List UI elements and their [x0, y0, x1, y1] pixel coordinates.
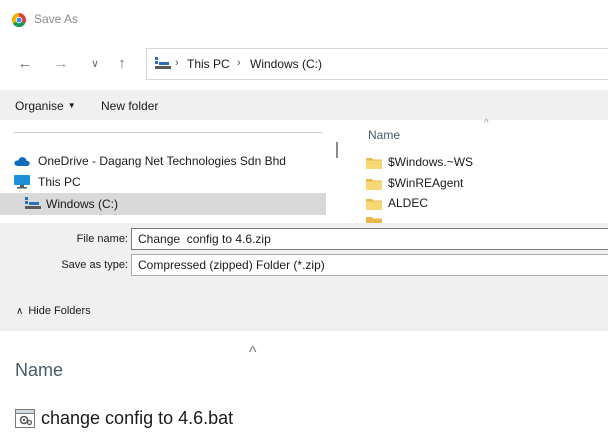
save-type-value: Compressed (zipped) Folder (*.zip)	[138, 258, 325, 272]
breadcrumb-separator: ›	[175, 57, 179, 69]
breadcrumb-this-pc[interactable]: This PC	[187, 57, 230, 71]
file-list-item[interactable]: $WinREAgent	[366, 175, 596, 191]
file-name-label: File name:	[76, 233, 128, 245]
chevron-up-icon: ∧	[16, 306, 24, 317]
file-list-item[interactable]: $Windows.~WS	[366, 154, 596, 170]
arrow-right-icon[interactable]: →	[52, 54, 70, 74]
pane-splitter[interactable]	[336, 142, 338, 158]
address-bar[interactable]: › This PC › Windows (C:)	[146, 48, 608, 80]
arrow-left-icon[interactable]: ←	[16, 54, 34, 74]
background-file-name: change config to 4.6.bat	[41, 408, 234, 428]
save-type-label: Save as type:	[61, 259, 128, 271]
monitor-icon	[14, 175, 30, 189]
nav-item-label: This PC	[38, 175, 81, 189]
window-title: Save As	[34, 12, 79, 26]
browser-panes: OneDrive - Dagang Net Technologies Sdn B…	[0, 118, 608, 223]
organise-label: Organise	[15, 99, 64, 113]
caret-down-icon: ▼	[67, 101, 76, 110]
folder-icon	[366, 217, 382, 223]
chrome-icon	[12, 13, 26, 27]
file-list-pane: ^ Name $Windows.~WS $WinREAgent ALDEC	[350, 118, 608, 223]
new-folder-button[interactable]: New folder	[101, 99, 158, 113]
hide-folders-bar: ∧ Hide Folders	[0, 290, 608, 331]
navpane-divider	[14, 132, 322, 133]
organise-button[interactable]: Organise ▼	[15, 99, 76, 113]
sort-ascending-icon: ^	[249, 344, 257, 361]
batch-file-icon	[15, 409, 35, 428]
save-as-dialog: Save As ← → ∨ ↑ › This PC › Windows (C:)…	[0, 0, 608, 331]
folder-icon	[366, 179, 382, 190]
nav-item-windows-c[interactable]: Windows (C:)	[0, 193, 326, 215]
column-header-name[interactable]: Name	[368, 128, 400, 142]
file-name-input[interactable]	[131, 228, 608, 250]
command-toolbar: Organise ▼ New folder	[0, 90, 608, 120]
nav-item-onedrive[interactable]: OneDrive - Dagang Net Technologies Sdn B…	[0, 150, 326, 172]
folder-icon	[366, 158, 382, 169]
file-name: ALDEC	[388, 196, 429, 210]
file-name-row: File name:	[0, 228, 608, 252]
breadcrumb-separator: ›	[237, 57, 241, 69]
nav-item-this-pc[interactable]: This PC	[0, 171, 326, 193]
breadcrumb-windows-c[interactable]: Windows (C:)	[250, 57, 322, 71]
nav-item-label: OneDrive - Dagang Net Technologies Sdn B…	[38, 154, 286, 168]
file-name: $Windows.~WS	[388, 155, 474, 169]
navigation-row: ← → ∨ ↑ › This PC › Windows (C:)	[0, 38, 608, 90]
nav-item-label: Windows (C:)	[46, 197, 119, 211]
file-list-item[interactable]: ALDEC	[366, 195, 596, 211]
folder-icon	[366, 199, 382, 210]
file-name: $WinREAgent	[388, 176, 464, 190]
arrow-up-icon[interactable]: ↑	[113, 54, 131, 74]
title-bar: Save As	[0, 0, 608, 38]
save-type-select[interactable]: Compressed (zipped) Folder (*.zip)	[131, 254, 608, 276]
background-column-header-name[interactable]: Name	[15, 360, 63, 381]
navigation-pane: OneDrive - Dagang Net Technologies Sdn B…	[0, 120, 330, 223]
hide-folders-button[interactable]: ∧ Hide Folders	[16, 305, 91, 317]
hide-folders-label: Hide Folders	[28, 305, 91, 317]
chevron-down-icon[interactable]: ∨	[86, 54, 104, 74]
onedrive-cloud-icon	[14, 157, 30, 166]
drive-icon	[25, 197, 41, 209]
save-type-row: Save as type: Compressed (zipped) Folder…	[0, 254, 608, 278]
sort-ascending-icon: ^	[484, 118, 489, 129]
pc-breadcrumb-icon	[155, 57, 171, 69]
